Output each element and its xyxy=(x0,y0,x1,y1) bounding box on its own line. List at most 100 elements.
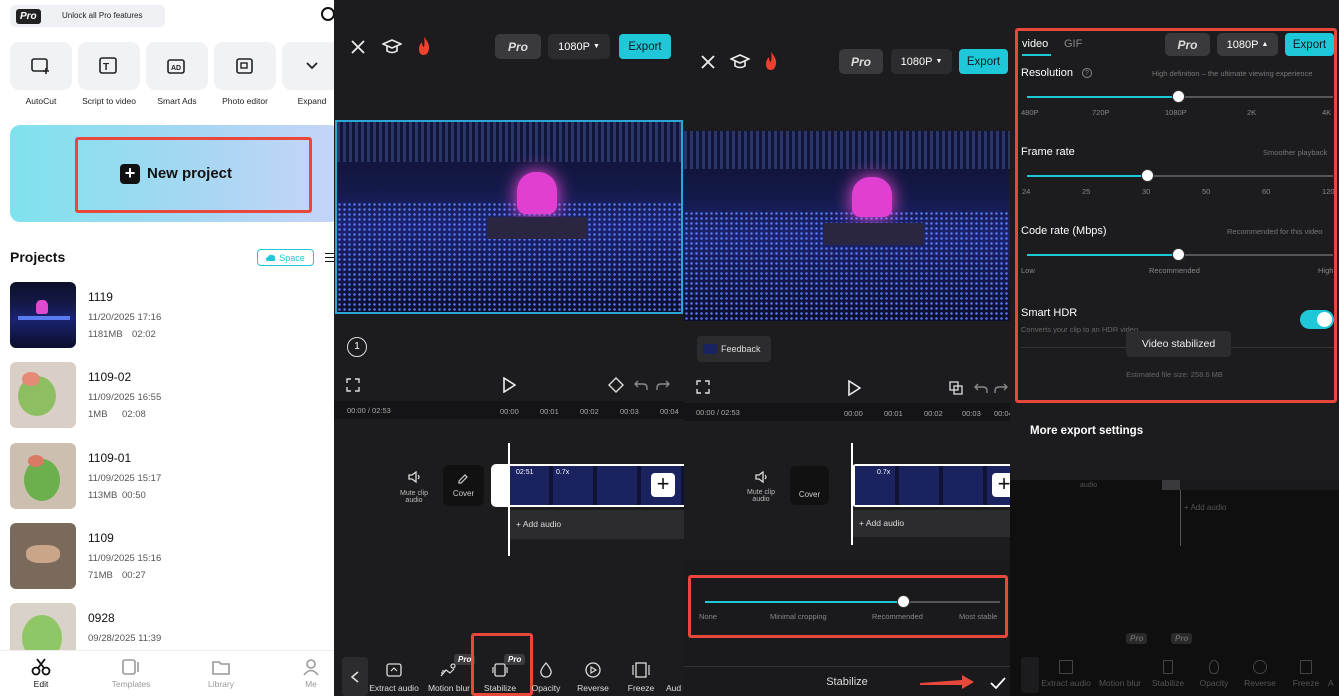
code-rate-slider-handle[interactable] xyxy=(1172,248,1185,261)
resolution-button[interactable]: 1080P ▼ xyxy=(548,34,610,59)
graduation-cap-icon[interactable] xyxy=(382,38,402,56)
pro-button[interactable]: Pro xyxy=(495,34,541,59)
list-item[interactable]: 1109-01 11/09/2025 15:17 113MB 00:50 xyxy=(10,443,334,511)
nav-edit[interactable]: Edit xyxy=(11,658,71,689)
tool-extract-audio[interactable]: Extract audio xyxy=(369,662,419,693)
export-button[interactable]: Export xyxy=(1285,33,1334,56)
project-duration: 00:50 xyxy=(122,490,146,501)
tool-autocut[interactable]: AutoCut xyxy=(10,42,72,106)
pro-button[interactable]: Pro xyxy=(839,49,883,74)
project-size: 71MB xyxy=(88,570,113,581)
tool-label: Motion blur xyxy=(427,683,471,693)
tab-gif[interactable]: GIF xyxy=(1064,38,1082,50)
code-rate-title: Code rate (Mbps) xyxy=(1021,225,1107,237)
tool-opacity[interactable]: Opacity xyxy=(521,662,571,693)
plus-icon: + xyxy=(120,164,140,184)
undo-icon[interactable] xyxy=(634,378,648,392)
tool-expand[interactable]: Expand xyxy=(282,42,334,106)
cover-button[interactable]: Cover xyxy=(443,465,484,506)
close-icon[interactable] xyxy=(350,39,366,55)
space-badge[interactable]: Space xyxy=(257,249,314,266)
undo-icon[interactable] xyxy=(974,381,988,395)
nav-me[interactable]: Me xyxy=(281,658,334,689)
feedback-button[interactable]: Feedback xyxy=(697,336,771,362)
tool-motion-blur[interactable]: Motion blur xyxy=(424,662,474,693)
help-icon[interactable] xyxy=(321,7,334,21)
tool-label: Opacity xyxy=(531,683,561,693)
graduation-cap-icon[interactable] xyxy=(730,53,750,71)
list-item[interactable]: 1119 11/20/2025 17:16 1181MB 02:02 xyxy=(10,282,334,350)
info-icon[interactable]: ? xyxy=(1082,68,1092,78)
tick-label: 00:03 xyxy=(620,407,639,416)
add-audio-button[interactable]: + Add audio xyxy=(859,518,904,528)
play-icon[interactable] xyxy=(502,377,516,393)
pro-button[interactable]: Pro xyxy=(1165,33,1210,56)
cover-button[interactable]: Cover xyxy=(790,466,829,505)
tool-label: Expand xyxy=(297,96,327,106)
frame-rate-slider-handle[interactable] xyxy=(1141,169,1154,182)
tool-label: Photo editor xyxy=(222,96,268,106)
home-panel: Pro Unlock all Pro features AutoCut T Sc… xyxy=(0,0,334,696)
back-button[interactable] xyxy=(342,657,368,696)
smart-hdr-toggle[interactable] xyxy=(1300,310,1334,329)
resolution-slider-handle[interactable] xyxy=(1172,90,1185,103)
video-preview[interactable] xyxy=(684,131,1010,321)
list-item[interactable]: 1109 11/09/2025 15:16 71MB 00:27 xyxy=(10,523,334,591)
highlight-box xyxy=(688,575,1008,638)
resolution-button[interactable]: 1080P ▼ xyxy=(891,49,952,74)
stabilize-slider-handle[interactable] xyxy=(897,595,910,608)
speaker-icon[interactable] xyxy=(407,470,421,484)
project-thumbnail xyxy=(10,443,76,509)
compare-icon[interactable] xyxy=(949,381,963,395)
fullscreen-icon[interactable] xyxy=(696,380,710,394)
list-item[interactable]: 1109-02 11/09/2025 16:55 1MB 02:08 xyxy=(10,362,334,430)
new-project-label[interactable]: New project xyxy=(147,165,232,182)
projects-title: Projects xyxy=(10,249,66,265)
play-icon[interactable] xyxy=(847,380,861,396)
resolution-button[interactable]: 1080P ▲ xyxy=(1217,33,1278,56)
divider xyxy=(684,666,1010,667)
video-preview[interactable] xyxy=(335,120,683,314)
smart-hdr-hint: Converts your clip to an HDR video xyxy=(1021,325,1139,334)
frame-rate-tick: 60 xyxy=(1262,187,1271,196)
clip-track[interactable]: 0.7x + xyxy=(852,464,1016,507)
fullscreen-icon[interactable] xyxy=(346,378,360,392)
export-button[interactable]: Export xyxy=(959,49,1008,74)
dimmed-tool: Freeze xyxy=(1280,660,1332,688)
tab-video[interactable]: video xyxy=(1022,38,1048,50)
tool-script-to-video[interactable]: T Script to video xyxy=(78,42,140,106)
person-icon xyxy=(303,659,319,676)
tool-freeze[interactable]: Freeze xyxy=(616,662,666,693)
redo-icon[interactable] xyxy=(656,378,670,392)
tool-photo-editor[interactable]: Photo editor xyxy=(214,42,276,106)
resolution-tick: 480P xyxy=(1021,108,1039,117)
redo-icon[interactable] xyxy=(994,381,1008,395)
caret-down-icon: ▼ xyxy=(935,58,943,65)
more-export-settings[interactable]: More export settings xyxy=(1030,425,1143,437)
tool-reverse[interactable]: Reverse xyxy=(568,662,618,693)
list-view-icon[interactable] xyxy=(325,253,334,262)
keyframe-icon[interactable] xyxy=(608,377,624,393)
add-audio-button[interactable]: + Add audio xyxy=(516,519,561,529)
smart-ads-icon: AD xyxy=(146,42,208,90)
add-clip-button[interactable]: + xyxy=(651,473,675,497)
checkmark-icon[interactable] xyxy=(990,676,1006,690)
resolution-title: Resolution xyxy=(1021,67,1073,79)
clip-track[interactable]: 02:51 0.7x + xyxy=(491,464,684,507)
resolution-fill xyxy=(1027,96,1179,98)
close-icon[interactable] xyxy=(700,54,716,70)
speaker-icon[interactable] xyxy=(754,470,768,484)
extract-audio-icon xyxy=(386,663,402,677)
tool-audio-truncated[interactable]: Aud xyxy=(666,683,684,693)
dimmed-tool: Motion blur xyxy=(1098,678,1142,688)
playhead[interactable] xyxy=(508,443,510,556)
freeze-icon xyxy=(632,662,650,678)
unlock-pro-banner[interactable]: Pro Unlock all Pro features xyxy=(10,5,165,27)
flame-icon[interactable] xyxy=(416,36,432,56)
nav-library[interactable]: Library xyxy=(191,658,251,689)
export-button[interactable]: Export xyxy=(619,34,671,59)
tool-smart-ads[interactable]: AD Smart Ads xyxy=(146,42,208,106)
nav-templates[interactable]: Templates xyxy=(101,658,161,689)
autocut-icon xyxy=(10,42,72,90)
flame-icon[interactable] xyxy=(763,51,779,71)
